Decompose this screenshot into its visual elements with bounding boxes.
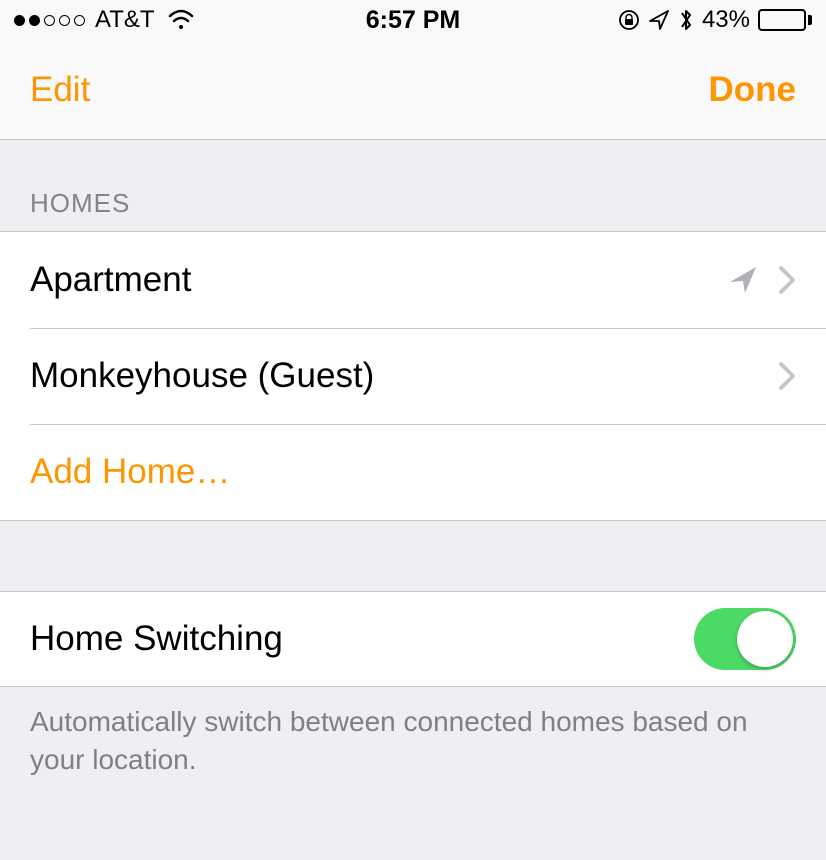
status-left: AT&T: [14, 6, 195, 34]
battery-percentage: 43%: [702, 6, 750, 34]
status-time: 6:57 PM: [366, 6, 460, 35]
battery-icon: [758, 9, 812, 31]
location-arrow-icon: [728, 265, 758, 295]
chevron-right-icon: [778, 361, 796, 391]
home-label: Apartment: [30, 260, 728, 300]
home-row-monkeyhouse[interactable]: Monkeyhouse (Guest): [0, 328, 826, 424]
homes-list: Apartment Monkeyhouse (Guest) Add Home…: [0, 231, 826, 521]
nav-bar: Edit Done: [0, 40, 826, 140]
toggle-knob: [737, 611, 793, 667]
signal-strength-icon: [14, 15, 85, 26]
carrier-label: AT&T: [95, 6, 155, 34]
status-bar: AT&T 6:57 PM 43%: [0, 0, 826, 40]
location-services-icon: [648, 9, 670, 31]
wifi-icon: [167, 9, 195, 31]
add-home-label: Add Home…: [30, 452, 796, 492]
orientation-lock-icon: [618, 9, 640, 31]
home-switching-toggle[interactable]: [694, 608, 796, 670]
home-label: Monkeyhouse (Guest): [30, 356, 778, 396]
section-spacer: [0, 521, 826, 591]
home-switching-footer: Automatically switch between connected h…: [0, 687, 826, 795]
home-row-apartment[interactable]: Apartment: [0, 232, 826, 328]
home-switching-row: Home Switching: [0, 591, 826, 687]
status-right: 43%: [618, 6, 812, 34]
chevron-right-icon: [778, 265, 796, 295]
add-home-row[interactable]: Add Home…: [0, 424, 826, 520]
edit-button[interactable]: Edit: [30, 70, 90, 110]
done-button[interactable]: Done: [709, 70, 797, 110]
section-header-homes: HOMES: [0, 140, 826, 231]
home-switching-label: Home Switching: [30, 619, 283, 659]
bluetooth-icon: [678, 7, 694, 33]
